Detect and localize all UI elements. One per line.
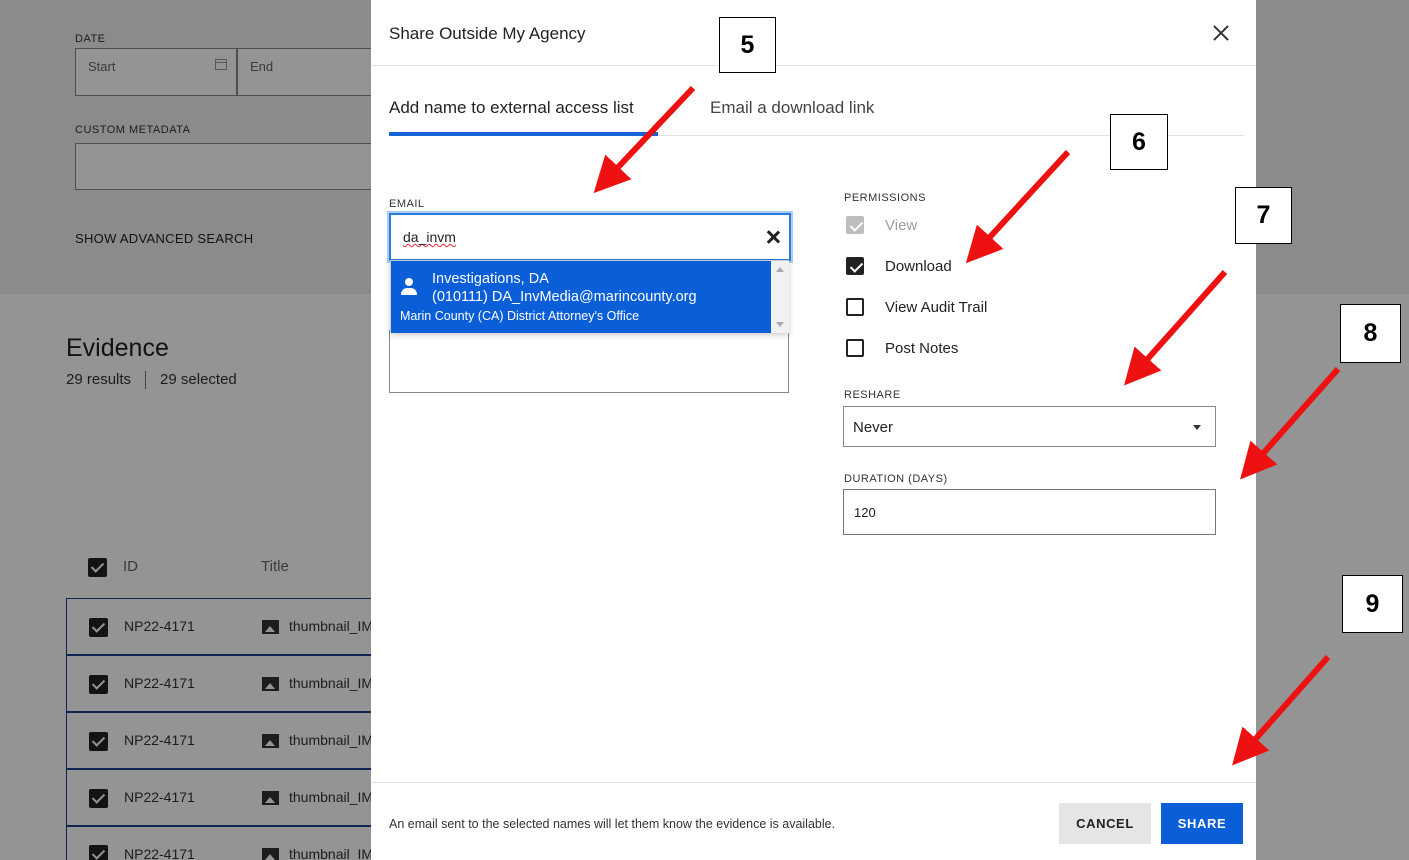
- callout-6: 6: [1110, 114, 1168, 170]
- dialog-title: Share Outside My Agency: [389, 24, 586, 43]
- callout-9: 9: [1342, 575, 1403, 633]
- scroll-up-icon[interactable]: [776, 267, 784, 272]
- email-label: EMAIL: [389, 198, 425, 210]
- reshare-value: Never: [853, 419, 894, 436]
- tab-email-download-link[interactable]: Email a download link: [710, 98, 874, 118]
- permission-download-label[interactable]: Download: [885, 258, 952, 275]
- callout-7: 7: [1235, 187, 1292, 244]
- share-button[interactable]: SHARE: [1161, 803, 1243, 844]
- permission-view-label: View: [885, 217, 918, 234]
- permission-post-notes-label[interactable]: Post Notes: [885, 340, 958, 357]
- download-checkbox[interactable]: [846, 257, 864, 275]
- dropdown-scrollbar[interactable]: [771, 261, 789, 333]
- duration-value[interactable]: 120: [854, 505, 876, 520]
- suggestion-name: Investigations, DA: [432, 271, 549, 287]
- reshare-label: RESHARE: [844, 389, 901, 401]
- callout-8: 8: [1340, 304, 1401, 363]
- callout-5: 5: [719, 17, 776, 73]
- reshare-select[interactable]: Never: [843, 406, 1216, 447]
- email-input-value[interactable]: da_invm: [403, 229, 456, 245]
- suggestion-email: (010111) DA_InvMedia@marincounty.org: [432, 289, 697, 305]
- scroll-down-icon[interactable]: [776, 322, 784, 327]
- permissions-label: PERMISSIONS: [844, 192, 926, 204]
- email-field[interactable]: da_invm: [389, 213, 791, 261]
- cancel-button[interactable]: CANCEL: [1059, 803, 1151, 844]
- header-divider: [371, 65, 1256, 66]
- duration-input[interactable]: 120: [843, 489, 1216, 535]
- suggestion-item[interactable]: Investigations, DA (010111) DA_InvMedia@…: [391, 261, 771, 333]
- post-notes-checkbox[interactable]: [846, 339, 864, 357]
- view-audit-trail-checkbox[interactable]: [846, 298, 864, 316]
- footer-divider: [371, 782, 1256, 783]
- email-suggestions-dropdown: Investigations, DA (010111) DA_InvMedia@…: [390, 260, 789, 333]
- footer-note: An email sent to the selected names will…: [389, 817, 836, 831]
- active-tab-indicator: [389, 132, 658, 136]
- caret-down-icon[interactable]: [1193, 425, 1201, 430]
- tab-add-name[interactable]: Add name to external access list: [389, 98, 634, 118]
- permission-view-audit-trail-label[interactable]: View Audit Trail: [885, 299, 987, 316]
- suggestion-org: Marin County (CA) District Attorney's Of…: [400, 309, 640, 323]
- message-textarea[interactable]: [389, 330, 789, 393]
- person-icon: [401, 278, 417, 296]
- duration-label: DURATION (DAYS): [844, 473, 948, 485]
- clear-icon[interactable]: [765, 229, 781, 245]
- view-checkbox: [846, 216, 864, 234]
- close-icon[interactable]: [1208, 20, 1234, 46]
